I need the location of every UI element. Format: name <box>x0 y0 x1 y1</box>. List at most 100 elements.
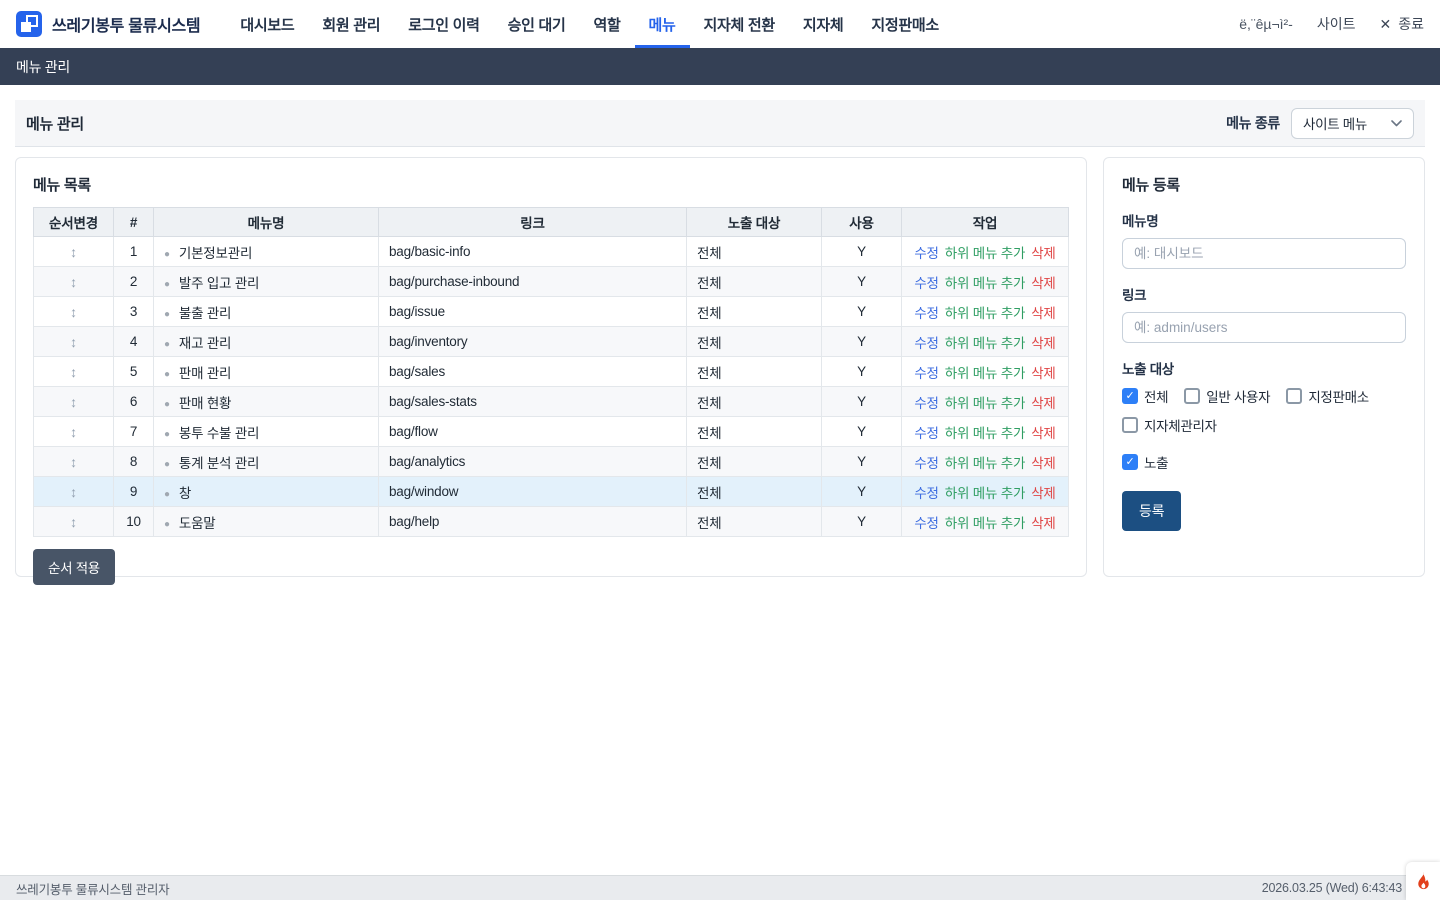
menu-name-cell: ●불출 관리 <box>154 297 379 327</box>
add-submenu-link[interactable]: 하위 메뉴 추가 <box>945 456 1025 471</box>
logout-button[interactable]: ✕ 종료 <box>1380 14 1425 34</box>
delete-link[interactable]: 삭제 <box>1031 426 1055 441</box>
apply-order-button[interactable]: 순서 적용 <box>33 549 115 585</box>
site-link[interactable]: 사이트 <box>1317 14 1356 34</box>
menu-type-select[interactable]: 사이트 메뉴 <box>1291 108 1414 139</box>
nav-item-4[interactable]: 승인 대기 <box>494 0 580 48</box>
menu-name: 발주 입고 관리 <box>179 276 259 291</box>
nav-item-3[interactable]: 로그인 이력 <box>394 0 493 48</box>
menu-name-input[interactable] <box>1122 238 1406 269</box>
row-number-cell: 2 <box>114 267 154 297</box>
nav-item-9[interactable]: 지정판매소 <box>857 0 953 48</box>
drag-handle-icon[interactable]: ↕ <box>70 454 77 470</box>
drag-handle-icon[interactable]: ↕ <box>70 424 77 440</box>
delete-link[interactable]: 삭제 <box>1031 516 1055 531</box>
drag-handle-icon[interactable]: ↕ <box>70 484 77 500</box>
checkbox-노출[interactable]: ✓노출 <box>1122 452 1168 472</box>
drag-handle-icon[interactable]: ↕ <box>70 304 77 320</box>
visible-option: ✓노출 <box>1122 452 1406 472</box>
nav-item-2[interactable]: 회원 관리 <box>308 0 394 48</box>
menu-bullet-icon: ● <box>164 249 170 260</box>
edit-link[interactable]: 수정 <box>914 516 938 531</box>
add-submenu-link[interactable]: 하위 메뉴 추가 <box>945 516 1025 531</box>
menu-bullet-icon: ● <box>164 339 170 350</box>
delete-link[interactable]: 삭제 <box>1031 276 1055 291</box>
menu-bullet-icon: ● <box>164 369 170 380</box>
edit-link[interactable]: 수정 <box>914 366 938 381</box>
target-cell: 전체 <box>687 357 822 387</box>
drag-handle-icon[interactable]: ↕ <box>70 514 77 530</box>
add-submenu-link[interactable]: 하위 메뉴 추가 <box>945 366 1025 381</box>
add-submenu-link[interactable]: 하위 메뉴 추가 <box>945 396 1025 411</box>
order-cell: ↕ <box>34 297 114 327</box>
add-submenu-link[interactable]: 하위 메뉴 추가 <box>945 336 1025 351</box>
menu-link-cell: bag/flow <box>379 417 687 447</box>
delete-link[interactable]: 삭제 <box>1031 456 1055 471</box>
checkbox-label: 지정판매소 <box>1308 386 1369 406</box>
order-cell: ↕ <box>34 267 114 297</box>
drag-handle-icon[interactable]: ↕ <box>70 394 77 410</box>
add-submenu-link[interactable]: 하위 메뉴 추가 <box>945 486 1025 501</box>
checkbox-전체[interactable]: ✓ 전체 <box>1122 386 1168 406</box>
checkbox-checked-icon: ✓ <box>1122 388 1138 404</box>
edit-link[interactable]: 수정 <box>914 276 938 291</box>
add-submenu-link[interactable]: 하위 메뉴 추가 <box>945 306 1025 321</box>
menu-link-cell: bag/issue <box>379 297 687 327</box>
add-submenu-link[interactable]: 하위 메뉴 추가 <box>945 276 1025 291</box>
edit-link[interactable]: 수정 <box>914 456 938 471</box>
nav-item-8[interactable]: 지자체 <box>789 0 858 48</box>
nav-item-6[interactable]: 메뉴 <box>635 0 690 48</box>
checkbox-label: 전체 <box>1144 386 1168 406</box>
edit-link[interactable]: 수정 <box>914 486 938 501</box>
brand-link[interactable]: 쓰레기봉투 물류시스템 <box>16 11 200 37</box>
menu-table-body: ↕1●기본정보관리bag/basic-info전체Y수정하위 메뉴 추가삭제↕2… <box>34 237 1069 537</box>
menu-name-cell: ●기본정보관리 <box>154 237 379 267</box>
table-row: ↕6●판매 현황bag/sales-stats전체Y수정하위 메뉴 추가삭제 <box>34 387 1069 417</box>
actions-cell: 수정 하위 메뉴 추가 삭제 <box>902 357 1069 387</box>
delete-link[interactable]: 삭제 <box>1031 366 1055 381</box>
chevron-down-icon <box>1391 120 1402 127</box>
menu-name-cell: ●발주 입고 관리 <box>154 267 379 297</box>
target-options: ✓ 전체 일반 사용자 지정판매소지자체관리자 <box>1122 386 1406 435</box>
edit-link[interactable]: 수정 <box>914 306 938 321</box>
framework-logo-box <box>1406 862 1440 900</box>
edit-link[interactable]: 수정 <box>914 336 938 351</box>
drag-handle-icon[interactable]: ↕ <box>70 334 77 350</box>
menu-bullet-icon: ● <box>164 309 170 320</box>
checkbox-일반 사용자[interactable]: 일반 사용자 <box>1184 386 1270 406</box>
target-cell: 전체 <box>687 267 822 297</box>
drag-handle-icon[interactable]: ↕ <box>70 244 77 260</box>
menu-name-cell: ●봉투 수불 관리 <box>154 417 379 447</box>
menu-register-title: 메뉴 등록 <box>1122 174 1406 195</box>
use-cell: Y <box>822 507 902 537</box>
delete-link[interactable]: 삭제 <box>1031 336 1055 351</box>
table-row: ↕7●봉투 수불 관리bag/flow전체Y수정하위 메뉴 추가삭제 <box>34 417 1069 447</box>
col-use: 사용 <box>822 208 902 237</box>
delete-link[interactable]: 삭제 <box>1031 246 1055 261</box>
close-icon: ✕ <box>1380 16 1392 33</box>
edit-link[interactable]: 수정 <box>914 246 938 261</box>
order-cell: ↕ <box>34 417 114 447</box>
edit-link[interactable]: 수정 <box>914 396 938 411</box>
table-row: ↕10●도움말bag/help전체Y수정하위 메뉴 추가삭제 <box>34 507 1069 537</box>
nav-item-7[interactable]: 지자체 전환 <box>690 0 789 48</box>
drag-handle-icon[interactable]: ↕ <box>70 364 77 380</box>
menu-name: 판매 현황 <box>179 396 231 411</box>
checkbox-지정판매소[interactable]: 지정판매소 <box>1286 386 1369 406</box>
delete-link[interactable]: 삭제 <box>1031 306 1055 321</box>
edit-link[interactable]: 수정 <box>914 426 938 441</box>
drag-handle-icon[interactable]: ↕ <box>70 274 77 290</box>
checkbox-지자체관리자[interactable]: 지자체관리자 <box>1122 415 1217 435</box>
menu-name: 봉투 수불 관리 <box>179 426 259 441</box>
add-submenu-link[interactable]: 하위 메뉴 추가 <box>945 246 1025 261</box>
add-submenu-link[interactable]: 하위 메뉴 추가 <box>945 426 1025 441</box>
main-content: 메뉴 목록 순서변경 # 메뉴명 링크 노출 대상 사용 작업 ↕1●기본정보관… <box>15 157 1425 577</box>
delete-link[interactable]: 삭제 <box>1031 396 1055 411</box>
menu-name-cell: ●재고 관리 <box>154 327 379 357</box>
main-nav: 대시보드회원 관리로그인 이력승인 대기역할메뉴지자체 전환지자체지정판매소 <box>226 0 953 48</box>
nav-item-1[interactable]: 대시보드 <box>226 0 308 48</box>
menu-link-input[interactable] <box>1122 312 1406 343</box>
delete-link[interactable]: 삭제 <box>1031 486 1055 501</box>
nav-item-5[interactable]: 역할 <box>580 0 635 48</box>
register-button[interactable]: 등록 <box>1122 491 1181 531</box>
